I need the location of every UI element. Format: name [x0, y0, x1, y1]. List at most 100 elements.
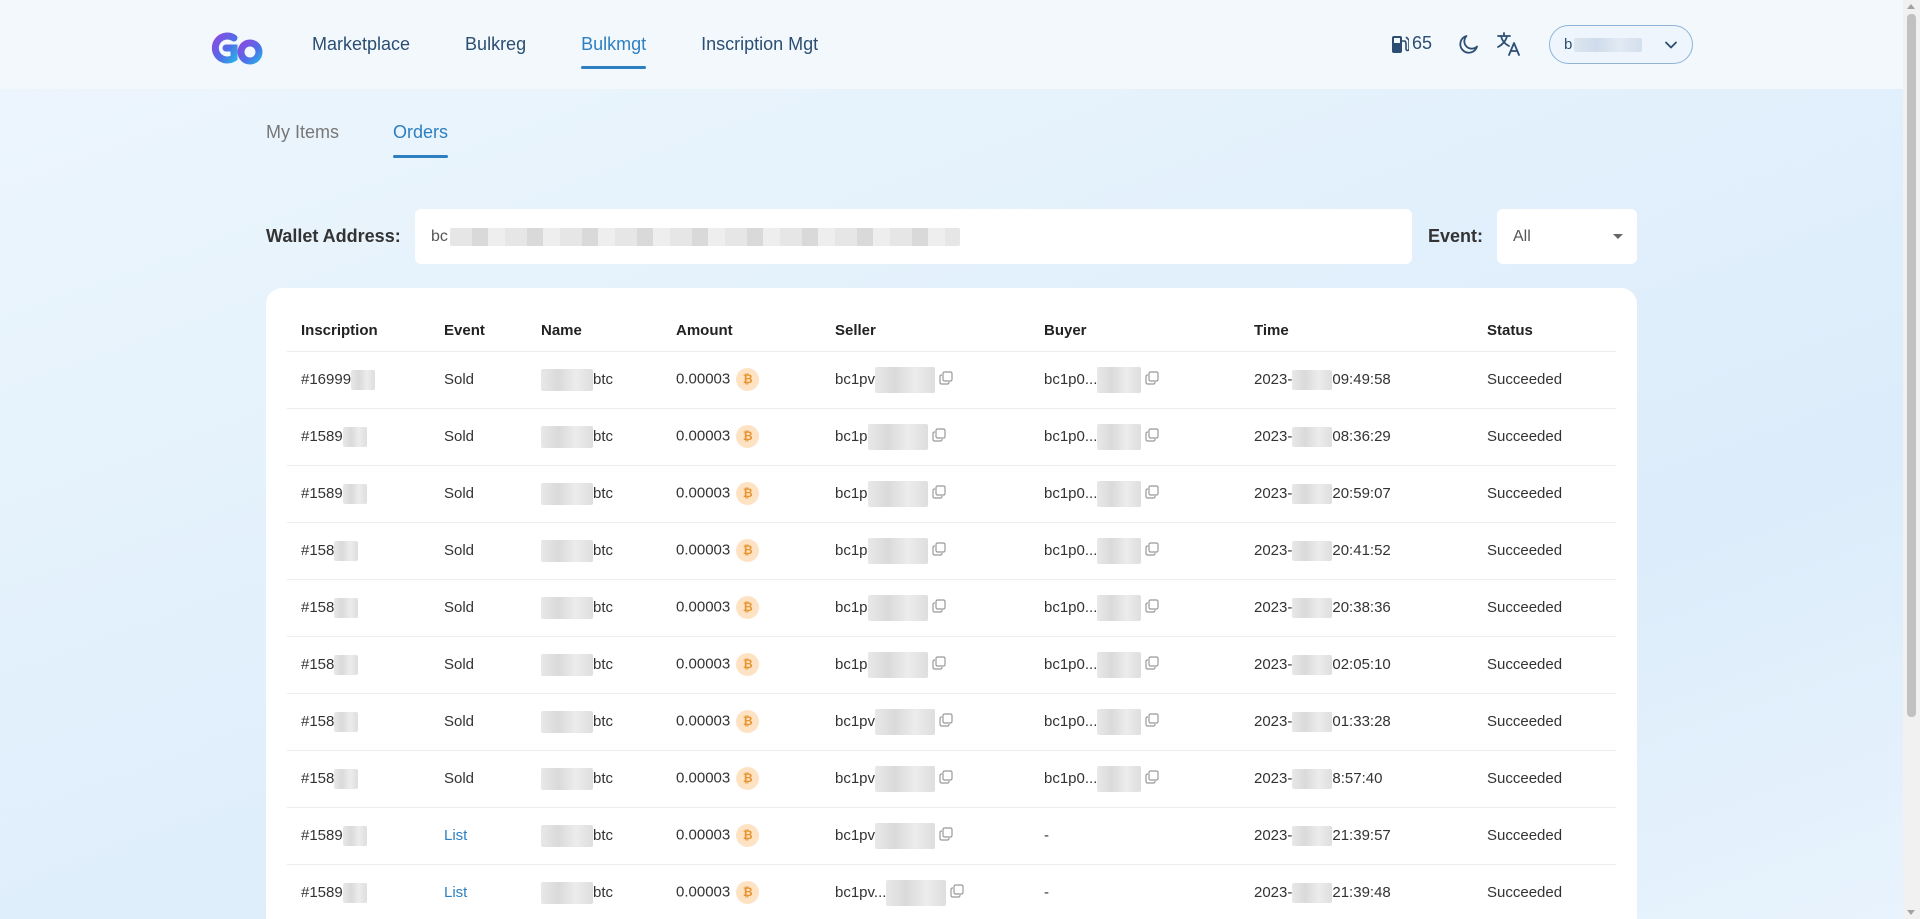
inscription-cell[interactable]: #16999 [287, 351, 430, 409]
scroll-down-icon[interactable] [1907, 910, 1915, 915]
copy-icon[interactable] [939, 370, 953, 389]
table-row[interactable]: #1589 Sold btc 0.00003 ₿ bc1p bc1p0... 2023- 20:… [287, 465, 1616, 523]
scrollbar-thumb[interactable] [1907, 14, 1916, 717]
copy-icon[interactable] [1145, 769, 1159, 788]
inscription-cell[interactable]: #158 [287, 750, 430, 808]
redacted [334, 654, 359, 675]
inscription-cell[interactable]: #1589 [287, 864, 430, 919]
copy-icon[interactable] [1145, 484, 1159, 503]
scroll-up-icon[interactable] [1907, 4, 1915, 9]
redacted [867, 594, 928, 621]
event-filter-select[interactable]: All [1497, 209, 1637, 264]
copy-icon[interactable] [939, 712, 953, 731]
event-cell: List [430, 807, 527, 865]
time-suffix: 20:41:52 [1332, 541, 1391, 559]
redacted [875, 366, 936, 393]
inscription-cell[interactable]: #158 [287, 693, 430, 751]
table-row[interactable]: #16999 Sold btc 0.00003 ₿ bc1pv bc1p0... 2023- 0… [287, 351, 1616, 409]
copy-icon[interactable] [931, 541, 946, 560]
gd-logo[interactable] [210, 24, 270, 66]
table-body: #16999 Sold btc 0.00003 ₿ bc1pv bc1p0... 2023- 0… [287, 351, 1616, 919]
copy-icon[interactable] [1145, 712, 1159, 731]
table-header-row: Inscription Event Name Amount Seller Buy… [287, 310, 1616, 352]
table-row[interactable]: #158 Sold btc 0.00003 ₿ bc1p bc1p0... 2023- 02:0… [287, 636, 1616, 694]
inscription-cell[interactable]: #158 [287, 579, 430, 637]
event-cell: Sold [430, 351, 527, 409]
seller-address: bc1pv... [835, 883, 887, 901]
copy-icon[interactable] [1145, 370, 1159, 389]
time-suffix: 09:49:58 [1332, 370, 1391, 388]
table-row[interactable]: #1589 List btc 0.00003 ₿ bc1pv... - 2023- 21:39:… [287, 864, 1616, 919]
orders-table: Inscription Event Name Amount Seller Buy… [287, 310, 1616, 919]
nav-bulkmgt[interactable]: Bulkmgt [581, 0, 647, 89]
redacted [541, 482, 593, 505]
event-value[interactable]: List [444, 884, 467, 901]
tab-my-items[interactable]: My Items [266, 122, 339, 158]
nav-marketplace[interactable]: Marketplace [312, 0, 410, 89]
time-prefix: 2023- [1254, 883, 1293, 901]
moon-icon[interactable] [1457, 32, 1481, 56]
event-cell: Sold [430, 636, 527, 694]
redacted [541, 596, 593, 619]
event-cell: Sold [430, 522, 527, 580]
amount-cell: 0.00003 ₿ [662, 693, 821, 751]
bitcoin-icon: ₿ [736, 539, 760, 562]
account-button[interactable]: b [1549, 25, 1693, 64]
amount-cell: 0.00003 ₿ [662, 522, 821, 580]
table-row[interactable]: #1589 Sold btc 0.00003 ₿ bc1p bc1p0... 2023- 08:… [287, 408, 1616, 466]
copy-icon[interactable] [931, 484, 946, 503]
inscription-cell[interactable]: #1589 [287, 465, 430, 523]
inscription-cell[interactable]: #158 [287, 522, 430, 580]
redacted [342, 483, 367, 504]
table-row[interactable]: #158 Sold btc 0.00003 ₿ bc1pv bc1p0... 2023- 8:5… [287, 750, 1616, 808]
time-suffix: 21:39:57 [1332, 826, 1391, 844]
nav-inscription-mgt[interactable]: Inscription Mgt [701, 0, 818, 89]
copy-icon[interactable] [1145, 655, 1159, 674]
copy-icon[interactable] [939, 769, 953, 788]
time-cell: 2023- 21:39:48 [1240, 864, 1473, 919]
copy-icon[interactable] [931, 427, 946, 446]
inscription-cell[interactable]: #1589 [287, 408, 430, 466]
status-value: Succeeded [1487, 599, 1563, 616]
buyer-address: bc1p0... [1044, 427, 1098, 445]
inscription-cell[interactable]: #158 [287, 636, 430, 694]
time-cell: 2023- 8:57:40 [1240, 750, 1473, 808]
time-prefix: 2023- [1254, 712, 1293, 730]
copy-icon[interactable] [939, 826, 953, 845]
redacted [875, 708, 936, 735]
copy-icon[interactable] [1145, 541, 1159, 560]
event-value[interactable]: List [444, 827, 467, 844]
amount-value: 0.00003 [676, 769, 731, 787]
table-row[interactable]: #158 Sold btc 0.00003 ₿ bc1p bc1p0... 2023- 20:4… [287, 522, 1616, 580]
nav-bulkreg[interactable]: Bulkreg [465, 0, 526, 89]
bitcoin-icon: ₿ [736, 596, 760, 619]
redacted [342, 882, 367, 903]
status-value: Succeeded [1487, 542, 1563, 559]
tab-orders[interactable]: Orders [393, 122, 449, 158]
time-suffix: 08:36:29 [1332, 427, 1391, 445]
translate-icon[interactable] [1496, 31, 1522, 57]
redacted [541, 767, 593, 790]
redacted [1292, 540, 1333, 561]
table-row[interactable]: #158 Sold btc 0.00003 ₿ bc1pv bc1p0... 2023- 01:… [287, 693, 1616, 751]
table-row[interactable]: #1589 List btc 0.00003 ₿ bc1pv - 2023- 21:39:57 S… [287, 807, 1616, 865]
wallet-address-label: Wallet Address: [266, 226, 401, 246]
gas-indicator[interactable]: 65 [1391, 33, 1432, 54]
copy-icon[interactable] [950, 883, 965, 902]
inscription-cell[interactable]: #1589 [287, 807, 430, 865]
copy-icon[interactable] [1145, 598, 1159, 617]
copy-icon[interactable] [1145, 427, 1159, 446]
status-cell: Succeeded [1473, 864, 1616, 919]
event-cell: Sold [430, 750, 527, 808]
copy-icon[interactable] [931, 598, 946, 617]
wallet-address-input[interactable]: bc [415, 209, 1412, 264]
time-prefix: 2023- [1254, 769, 1293, 787]
copy-icon[interactable] [931, 655, 946, 674]
time-suffix: 20:59:07 [1332, 484, 1391, 502]
table-row[interactable]: #158 Sold btc 0.00003 ₿ bc1p bc1p0... 2023- 20:3… [287, 579, 1616, 637]
event-filter-value: All [1513, 227, 1531, 245]
buyer-address: bc1p0... [1044, 598, 1098, 616]
amount-value: 0.00003 [676, 883, 731, 901]
page-scrollbar[interactable] [1903, 0, 1920, 919]
name-value: btc [593, 484, 614, 502]
